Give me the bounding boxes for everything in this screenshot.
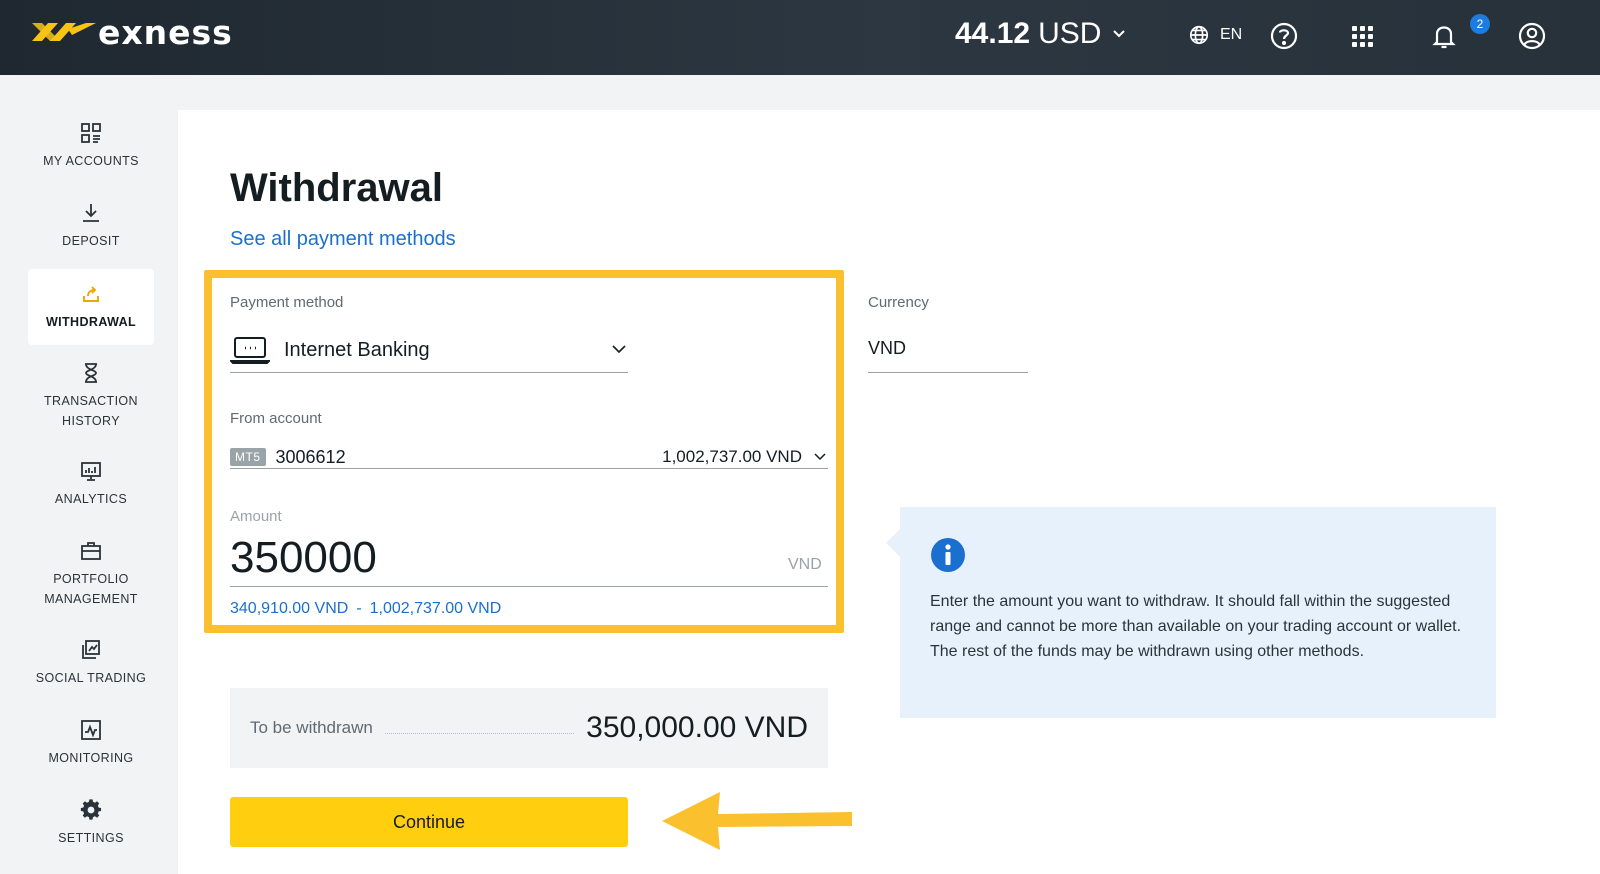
summary-leader-dots [384, 722, 575, 734]
sidebar-item-social-trading[interactable]: SOCIAL TRADING [28, 638, 154, 688]
platform-badge: MT5 [230, 448, 266, 466]
from-account-underline [230, 468, 828, 469]
sidebar-item-label: SETTINGS [58, 831, 124, 845]
summary-label: To be withdrawn [250, 718, 373, 737]
summary-value: 350,000.00 VND [586, 711, 808, 744]
page-title: Withdrawal [230, 166, 443, 210]
chevron-down-icon [814, 453, 826, 461]
sidebar-item-portfolio-management[interactable]: PORTFOLIO MANAGEMENT [28, 539, 154, 609]
analytics-icon [81, 462, 101, 481]
language-code: EN [1220, 26, 1243, 43]
amount-label: Amount [230, 508, 282, 525]
language-selector[interactable]: EN [1188, 24, 1242, 46]
sidebar-item-my-accounts[interactable]: MY ACCOUNTS [28, 121, 154, 171]
account-balance: 1,002,737.00 VND [662, 447, 802, 466]
exness-logo-icon [32, 23, 96, 41]
globe-icon [1189, 25, 1209, 45]
currency-label: Currency [868, 294, 929, 311]
range-max-link[interactable]: 1,002,737.00 VND [370, 600, 502, 618]
sidebar-item-label: MY ACCOUNTS [43, 154, 139, 168]
download-icon [83, 204, 99, 222]
amount-underline [230, 586, 828, 587]
withdrawal-summary: To be withdrawn 350,000.00 VND [230, 688, 828, 768]
payment-method-value: Internet Banking [284, 338, 430, 361]
sidebar-item-label: PORTFOLIO MANAGEMENT [44, 572, 138, 606]
sidebar-item-analytics[interactable]: ANALYTICS [28, 459, 154, 509]
apps-button[interactable] [1346, 20, 1378, 52]
help-button[interactable] [1268, 20, 1300, 52]
sidebar-item-deposit[interactable]: DEPOSIT [28, 201, 154, 251]
monitoring-icon [81, 720, 101, 740]
brand-logo[interactable]: exness [28, 12, 233, 52]
continue-button[interactable]: Continue [230, 797, 628, 847]
briefcase-icon [81, 542, 101, 560]
info-icon [931, 538, 965, 572]
user-icon [1518, 22, 1546, 50]
chevron-down-icon [612, 345, 626, 354]
info-text: Enter the amount you want to withdraw. I… [930, 593, 1462, 660]
currency-underline [868, 372, 1028, 373]
sidebar-item-label: ANALYTICS [54, 492, 128, 506]
notifications-button[interactable] [1428, 20, 1460, 52]
sidebar-item-label: DEPOSIT [62, 234, 120, 248]
accounts-icon [81, 123, 101, 143]
range-separator: - [356, 600, 362, 617]
range-min-link[interactable]: 340,910.00 VND [230, 600, 348, 618]
sidebar-item-monitoring[interactable]: MONITORING [28, 718, 154, 768]
payment-method-select[interactable]: Internet Banking [230, 328, 628, 372]
amount-input[interactable] [230, 530, 828, 586]
info-panel: Enter the amount you want to withdraw. I… [886, 507, 1496, 718]
balance-currency: USD [1038, 17, 1102, 50]
chevron-down-icon [1113, 30, 1126, 38]
pointer-arrow-icon [662, 792, 852, 850]
sidebar-item-label: SOCIAL TRADING [35, 671, 147, 685]
amount-range: 340,910.00 VND - 1,002,737.00 VND [230, 600, 501, 618]
sidebar-item-transaction-history[interactable]: TRANSACTION HISTORY [28, 361, 154, 431]
help-icon [1270, 22, 1298, 50]
account-number: 3006612 [275, 446, 346, 467]
hourglass-icon [85, 363, 97, 383]
social-trading-icon [82, 640, 100, 659]
amount-unit: VND [788, 556, 822, 573]
top-bar: exness 44.12 USD EN 2 [0, 0, 1600, 75]
laptop-icon [230, 337, 270, 364]
withdrawal-icon [83, 286, 99, 302]
bell-icon [1432, 26, 1456, 49]
sidebar-item-withdrawal[interactable]: WITHDRAWAL [28, 269, 154, 345]
main-panel: Withdrawal See all payment methods Payme… [178, 110, 1600, 874]
payment-method-underline [230, 372, 628, 373]
balance-amount: 44.12 [955, 17, 1031, 50]
currency-field[interactable]: VND [868, 332, 1028, 372]
profile-button[interactable] [1516, 20, 1548, 52]
payment-method-label: Payment method [230, 294, 344, 311]
balance-selector[interactable]: 44.12 USD [955, 17, 1127, 51]
from-account-label: From account [230, 410, 322, 427]
see-all-payment-methods-link[interactable]: See all payment methods [230, 228, 456, 251]
apps-grid-icon [1352, 26, 1373, 47]
sidebar-item-label: WITHDRAWAL [45, 315, 137, 329]
gear-icon [80, 799, 102, 820]
sidebar-item-label: MONITORING [48, 751, 134, 765]
sidebar-item-settings[interactable]: SETTINGS [28, 798, 154, 848]
brand-name: exness [98, 12, 233, 52]
sidebar-item-label: TRANSACTION HISTORY [44, 394, 138, 428]
sidebar: MY ACCOUNTS DEPOSIT WITHDRAWAL TRANSACTI… [0, 75, 178, 874]
notification-badge: 2 [1470, 14, 1490, 34]
